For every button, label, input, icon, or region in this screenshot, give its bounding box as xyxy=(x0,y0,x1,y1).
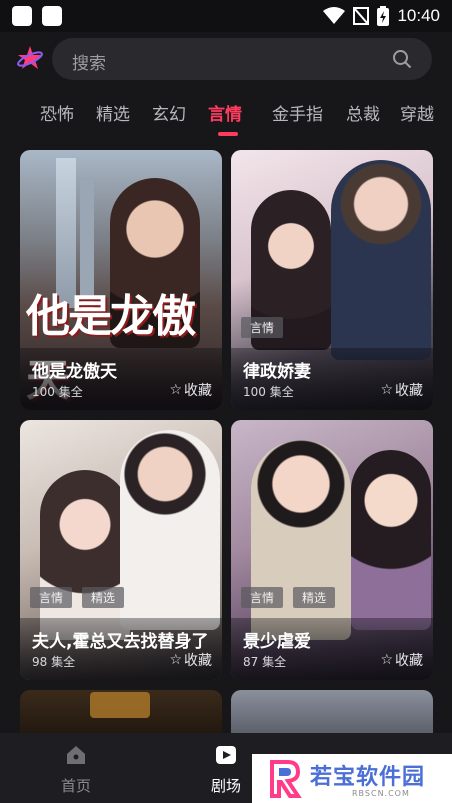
tag-list: 言情 精选 xyxy=(30,587,125,608)
drama-title: 他是龙傲天 xyxy=(32,362,117,382)
tab-horror[interactable]: 恐怖 xyxy=(40,100,74,125)
theater-play-icon xyxy=(216,746,236,764)
star-icon: ☆ xyxy=(380,652,393,668)
tag-badge: 精选 xyxy=(82,587,125,608)
category-tabs: 恐怖 精选 玄幻 言情 金手指 总裁 穿越 xyxy=(0,92,452,138)
favorite-button[interactable]: ☆ 收藏 xyxy=(380,650,423,670)
no-signal-icon xyxy=(353,7,370,25)
favorite-label: 收藏 xyxy=(184,653,212,669)
tab-golden-finger[interactable]: 金手指 xyxy=(272,100,323,125)
episode-count: 98 集全 xyxy=(32,655,76,669)
app-logo-icon[interactable] xyxy=(16,44,44,72)
tag-list: 言情 精选 xyxy=(241,587,336,608)
drama-title: 景少虐爱 xyxy=(243,632,311,652)
watermark-logo-icon xyxy=(270,760,302,798)
tag-badge: 言情 xyxy=(30,587,73,608)
wifi-icon xyxy=(323,7,346,24)
tab-featured[interactable]: 精选 xyxy=(96,100,130,125)
drama-card[interactable]: 言情 精选 景少虐爱 87 集全 ☆ 收藏 xyxy=(231,420,433,680)
tab-ceo[interactable]: 总裁 xyxy=(346,100,380,125)
search-input[interactable]: 搜索 xyxy=(72,49,106,74)
active-tab-indicator xyxy=(218,132,238,136)
search-bar[interactable]: 搜索 xyxy=(52,38,432,80)
episode-count: 87 集全 xyxy=(243,655,287,669)
favorite-button[interactable]: ☆ 收藏 xyxy=(380,380,423,400)
star-icon: ☆ xyxy=(380,382,393,398)
status-bar: 10:40 xyxy=(0,0,452,32)
drama-card[interactable]: 他是龙傲天 他是龙傲天 100 集全 ☆收藏 xyxy=(20,150,222,410)
favorite-button[interactable]: ☆ 收藏 xyxy=(169,650,212,670)
search-icon[interactable] xyxy=(392,49,412,69)
nav-home[interactable]: 首页 xyxy=(36,743,116,796)
drama-card[interactable]: 言情 律政娇妻 100 集全 ☆ 收藏 xyxy=(231,150,433,410)
clock: 10:40 xyxy=(397,6,440,25)
poster-image xyxy=(90,692,150,718)
top-bar: 搜索 xyxy=(0,36,452,82)
drama-title: 夫人,霍总又去找替身了 xyxy=(32,632,209,652)
nav-home-label: 首页 xyxy=(60,777,91,795)
tab-romance[interactable]: 言情 xyxy=(208,100,242,125)
watermark-text: 若宝软件园 xyxy=(310,765,426,790)
star-icon: ☆ xyxy=(169,382,182,398)
watermark-subtext: RBSCN.COM xyxy=(352,789,410,798)
tag-badge: 精选 xyxy=(293,587,336,608)
tab-time-travel[interactable]: 穿越 xyxy=(400,100,434,125)
episode-count: 100 集全 xyxy=(32,385,83,399)
tag-badge: 言情 xyxy=(241,317,284,338)
battery-charging-icon xyxy=(377,6,390,26)
notification-icon xyxy=(42,6,62,26)
favorite-label: 收藏 xyxy=(395,383,423,399)
episode-count: 100 集全 xyxy=(243,385,294,399)
watermark: 若宝软件园 RBSCN.COM xyxy=(252,754,452,803)
favorite-label: 收藏 xyxy=(395,653,423,669)
home-icon xyxy=(67,746,85,764)
favorite-button[interactable]: ☆ 收藏 xyxy=(169,380,212,400)
star-icon: ☆ xyxy=(169,652,182,668)
drama-title: 律政娇妻 xyxy=(243,362,311,382)
notification-icon xyxy=(12,6,32,26)
tag-list: 言情 xyxy=(241,317,284,338)
favorite-label: 收藏 xyxy=(184,383,212,399)
tab-fantasy[interactable]: 玄幻 xyxy=(152,100,186,125)
tag-badge: 言情 xyxy=(241,587,284,608)
drama-card[interactable]: 言情 精选 夫人,霍总又去找替身了 98 集全 ☆ 收藏 xyxy=(20,420,222,680)
